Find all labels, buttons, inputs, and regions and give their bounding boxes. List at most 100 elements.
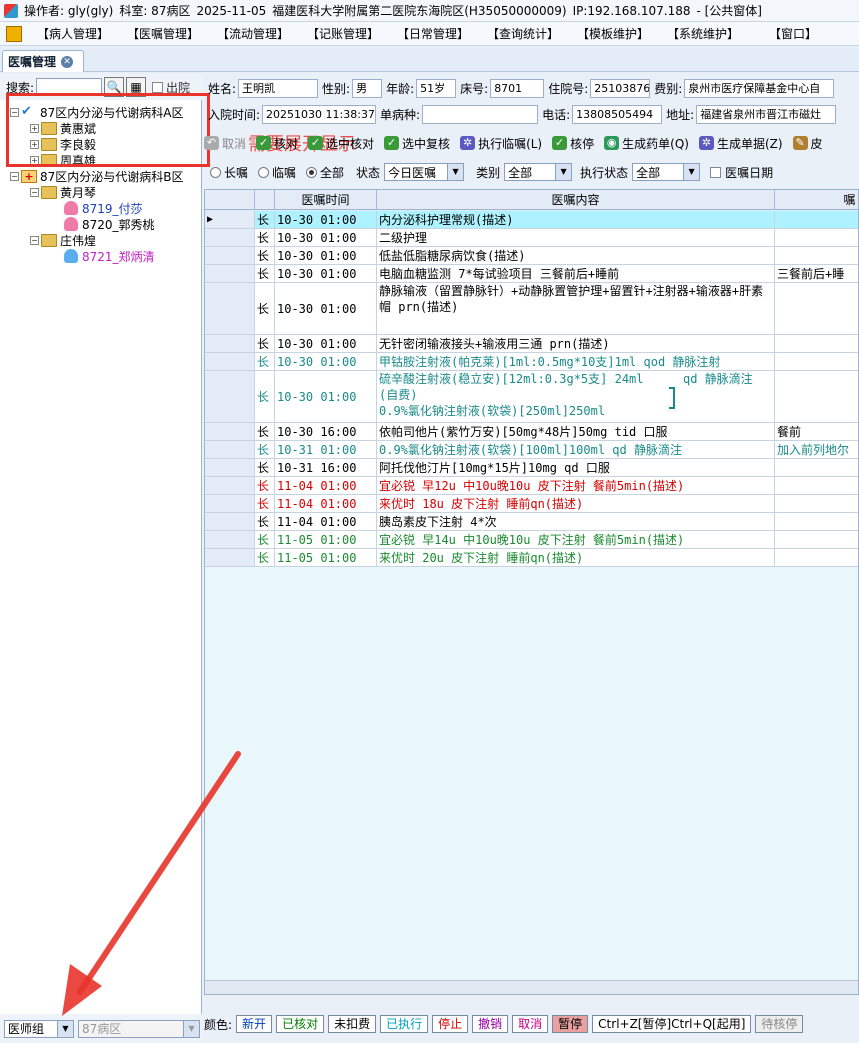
- close-icon[interactable]: ✕: [61, 55, 74, 68]
- content-cell: 无针密闭输液接头+输液用三通 prn(描述): [377, 335, 775, 352]
- table-row[interactable]: 长 10-30 01:00 无针密闭输液接头+输液用三通 prn(描述): [205, 335, 858, 353]
- annotation-arrow: [62, 751, 241, 1016]
- bed-field[interactable]: 8701: [490, 78, 545, 98]
- phone-label: 电话:: [542, 107, 571, 122]
- table-row[interactable]: 长 11-05 01:00 来优时 20u 皮下注射 睡前qn(描述): [205, 549, 858, 567]
- note-cell: [775, 459, 858, 476]
- sex-field[interactable]: 男: [352, 78, 383, 98]
- phone-field[interactable]: 13808505494: [572, 104, 663, 124]
- kind-cell: 长: [255, 513, 275, 530]
- table-row[interactable]: 长 10-30 16:00 依帕司他片(紫竹万安)[50mg*48片]50mg ti…: [205, 423, 858, 441]
- chevron-down-icon[interactable]: ▼: [183, 1020, 199, 1037]
- menu-flow[interactable]: 【流动管理】: [208, 25, 298, 42]
- menu-billing[interactable]: 【记账管理】: [298, 25, 388, 42]
- menu-query[interactable]: 【查询统计】: [478, 25, 568, 42]
- doctor-group-icon: [41, 233, 57, 247]
- table-row[interactable]: 长 11-04 01:00 胰岛素皮下注射 4*次: [205, 513, 858, 531]
- row-indicator-cell: [205, 371, 255, 422]
- execute-temp-order-button[interactable]: ✲ 执行临嘱(L): [460, 135, 542, 152]
- tree-node-patient[interactable]: 8721_郑炳清: [64, 248, 155, 264]
- check-icon: ✓: [308, 136, 324, 150]
- time-cell: 10-30 01:00: [275, 371, 377, 422]
- horizontal-scrollbar[interactable]: [205, 980, 858, 994]
- disease-field[interactable]: [422, 104, 539, 124]
- menu-template[interactable]: 【模板维护】: [568, 25, 658, 42]
- menu-daily[interactable]: 【日常管理】: [388, 25, 478, 42]
- chevron-down-icon[interactable]: ▼: [57, 1020, 73, 1037]
- table-row[interactable]: 长 10-31 01:00 0.9%氯化钠注射液(软袋)[100ml]100ml q…: [205, 441, 858, 459]
- discharge-checkbox[interactable]: [152, 81, 164, 93]
- menu-bar: 【病人管理】 【医嘱管理】 【流动管理】 【记账管理】 【日常管理】 【查询统计…: [0, 22, 859, 46]
- chevron-down-icon[interactable]: ▼: [555, 164, 572, 180]
- note-cell: 加入前列地尔: [775, 441, 858, 458]
- time-header[interactable]: 医嘱时间: [275, 190, 377, 210]
- skin-test-button[interactable]: ✎ 皮: [792, 135, 823, 152]
- content-cell: 来优时 18u 皮下注射 睡前qn(描述): [377, 495, 775, 512]
- status-select[interactable]: 今日医嘱 ▼: [384, 163, 465, 181]
- content-header[interactable]: 医嘱内容: [377, 190, 775, 210]
- verify-button[interactable]: ✓ 核对: [256, 135, 298, 152]
- table-row[interactable]: 长 10-30 01:00 电脑血糖监测 7*每试验项目 三餐前后+睡前 三餐前后+睡: [205, 265, 858, 283]
- verify-selected-button[interactable]: ✓ 选中核对: [308, 135, 374, 152]
- verify-stop-button[interactable]: ✓ 核停: [552, 135, 594, 152]
- app-menu-icon[interactable]: [6, 25, 22, 42]
- order-date-checkbox[interactable]: [710, 166, 722, 178]
- table-row[interactable]: 长 10-30 01:00 二级护理: [205, 229, 858, 247]
- department-text: 科室: 87病区: [119, 4, 191, 18]
- tree-node-patient[interactable]: 8719_付莎: [64, 200, 143, 216]
- status-value: 今日医嘱: [388, 165, 437, 180]
- row-indicator-cell: [205, 265, 255, 282]
- fee-field[interactable]: 泉州市医疗保障基金中心自: [684, 78, 835, 98]
- table-row[interactable]: ▶ 长 10-30 01:00 内分泌科护理常规(描述): [205, 211, 858, 229]
- kind-cell: 长: [255, 531, 275, 548]
- table-row[interactable]: 长 10-30 01:00 低盐低脂糖尿病饮食(描述): [205, 247, 858, 265]
- collapse-icon[interactable]: −: [10, 171, 19, 181]
- cancel-button[interactable]: ↶ 取消: [204, 135, 246, 152]
- tree-node-doctor[interactable]: − 黄月琴: [30, 184, 96, 200]
- long-order-radio[interactable]: [210, 166, 221, 178]
- name-field[interactable]: 王明凯: [238, 78, 319, 98]
- tree-node-ward-b[interactable]: − + 87区内分泌与代谢病科B区: [10, 168, 184, 184]
- menu-window[interactable]: 【窗口】: [748, 25, 838, 42]
- tree-node-doctor[interactable]: − 庄伟煌: [30, 232, 96, 248]
- tree-node-patient[interactable]: 8720_郭秀桃: [64, 216, 155, 232]
- tab-order-management[interactable]: 医嘱管理 ✕: [2, 50, 84, 72]
- tab-label: 医嘱管理: [8, 55, 57, 69]
- content-cell: 甲钴胺注射液(帕克莱)[1ml:0.5mg*10支]1ml qod 静脉注射: [377, 353, 775, 370]
- chevron-down-icon[interactable]: ▼: [447, 164, 464, 180]
- table-row[interactable]: 长 10-30 01:00 静脉输液（留置静脉针）+动静脉置管护理+留置针+注射器+…: [205, 283, 858, 335]
- collapse-icon[interactable]: −: [30, 187, 39, 197]
- chevron-down-icon[interactable]: ▼: [683, 164, 700, 180]
- table-row[interactable]: 长 11-04 01:00 宜必锐 早12u 中10u晚10u 皮下注射 餐前5mi…: [205, 477, 858, 495]
- all-order-radio[interactable]: [306, 166, 318, 178]
- age-field[interactable]: 51岁: [416, 78, 457, 98]
- menu-order[interactable]: 【医嘱管理】: [118, 25, 208, 42]
- collapse-icon[interactable]: −: [30, 235, 39, 245]
- exec-status-select[interactable]: 全部 ▼: [632, 163, 701, 181]
- table-row[interactable]: 长 10-30 01:00 甲钴胺注射液(帕克莱)[1ml:0.5mg*10支]1m…: [205, 353, 858, 371]
- group-select[interactable]: 医师组 ▼: [4, 1019, 74, 1038]
- group-select-value: 医师组: [8, 1022, 45, 1036]
- generate-document-button[interactable]: ✲ 生成单据(Z): [698, 135, 783, 152]
- type-select[interactable]: 全部 ▼: [504, 163, 573, 181]
- all-order-label: 全部: [320, 165, 345, 180]
- ward-select[interactable]: 87病区 ▼: [78, 1019, 200, 1038]
- note-header[interactable]: 嘱: [775, 190, 858, 210]
- address-field[interactable]: 福建省泉州市晋江市磁灶: [696, 104, 837, 124]
- generate-drug-list-button[interactable]: ◉ 生成药单(Q): [604, 135, 689, 152]
- kind-cell: 长: [255, 211, 275, 228]
- table-row[interactable]: 长 11-05 01:00 宜必锐 早14u 中10u晚10u 皮下注射 餐前5mi…: [205, 531, 858, 549]
- legend-item: 待核停: [755, 1015, 804, 1033]
- menu-patient[interactable]: 【病人管理】: [28, 25, 118, 42]
- admit-time-field[interactable]: 20251030 11:38:37: [262, 104, 377, 124]
- table-row[interactable]: 长 11-04 01:00 来优时 18u 皮下注射 睡前qn(描述): [205, 495, 858, 513]
- review-selected-button[interactable]: ✓ 选中复核: [384, 135, 450, 152]
- toolbar-label: 取消: [222, 136, 247, 151]
- temp-order-radio[interactable]: [258, 166, 270, 178]
- table-row[interactable]: 长 10-31 16:00 阿托伐他汀片[10mg*15片]10mg qd 口服: [205, 459, 858, 477]
- legend-item: 已核对: [276, 1015, 325, 1033]
- menu-system[interactable]: 【系统维护】: [658, 25, 748, 42]
- table-row[interactable]: 长 10-30 01:00 硫辛酸注射液(稳立安)[12ml:0.3g*5支] 24…: [205, 371, 858, 423]
- admit-no-field[interactable]: 25103876: [590, 78, 651, 98]
- legend-item: 暂停: [552, 1015, 589, 1033]
